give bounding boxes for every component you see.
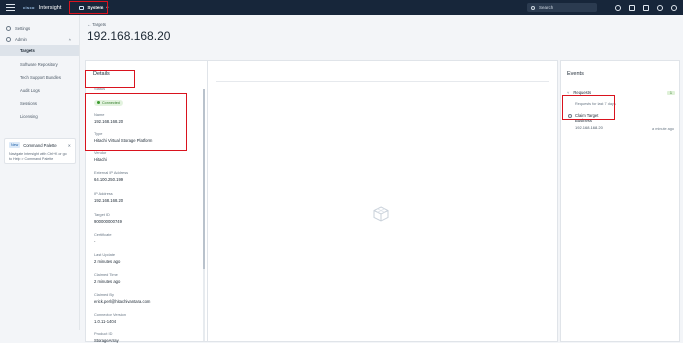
detail-field: Certificate - <box>94 232 204 244</box>
sidebar-item-targets[interactable]: Targets <box>0 45 79 56</box>
status-badge-text: Connected <box>102 100 120 105</box>
sidebar: Settings Admin ˄ Targets Software Reposi… <box>0 15 80 330</box>
events-heading: Events <box>567 71 584 77</box>
field-value: StorageArray <box>94 338 119 343</box>
sidebar-item-admin[interactable]: Admin ˄ <box>0 34 79 45</box>
detail-field: Vendor Hitachi <box>94 150 204 162</box>
field-value: Hitachi <box>94 157 107 162</box>
command-palette-card: New Command Palette ✕ Navigate Intersigh… <box>4 138 76 164</box>
command-palette-title: Command Palette <box>23 142 57 148</box>
field-label: Product ID <box>94 331 113 336</box>
sidebar-item-licensing[interactable]: Licensing <box>0 111 79 122</box>
app-title: Intersight <box>38 4 62 11</box>
divider <box>216 81 549 82</box>
details-heading: Details <box>93 71 110 77</box>
detail-field: External IP Address 64.100.250.199 <box>94 170 204 182</box>
field-value: 2 minutes ago <box>94 259 121 264</box>
detail-field: Claimed By erick.perl@hitachivantara.com <box>94 292 204 304</box>
check-circle-icon <box>97 101 100 104</box>
field-label: Claimed Time <box>94 272 118 277</box>
shield-icon <box>6 37 11 42</box>
hamburger-menu-icon[interactable] <box>6 4 15 11</box>
field-label: External IP Address <box>94 170 129 175</box>
detail-field: Claimed Time 2 minutes ago <box>94 272 204 284</box>
sidebar-item-sessions[interactable]: Sessions <box>0 98 79 109</box>
gear-icon <box>6 26 11 31</box>
field-label: Connector Version <box>94 312 127 317</box>
chevron-up-icon: ˄ <box>68 37 71 42</box>
field-label: Certificate <box>94 232 112 237</box>
sidebar-item-label: Settings <box>15 26 31 31</box>
detail-field: Name 192.168.168.20 <box>94 112 204 124</box>
field-value: Hitachi Virtual Storage Platform <box>94 138 153 143</box>
field-label: Name <box>94 112 105 117</box>
detail-field: Product ID StorageArray <box>94 331 204 343</box>
field-label: Last Update <box>94 252 115 257</box>
bell-icon[interactable] <box>643 4 649 11</box>
event-time: a minute ago <box>652 127 674 131</box>
field-value: 900000000749 <box>94 219 122 224</box>
requests-subtitle: Requests for last 7 days <box>575 102 616 106</box>
status-ring-icon <box>568 114 572 118</box>
close-icon[interactable]: ✕ <box>68 143 71 148</box>
requests-label: Requests <box>573 90 592 95</box>
status-field: Status Connected <box>94 86 204 109</box>
user-icon[interactable] <box>671 4 677 11</box>
system-dropdown-label: System <box>87 5 104 10</box>
field-value: 1.0.11-1404 <box>94 319 117 324</box>
center-panel <box>208 60 558 342</box>
field-label: IP Address <box>94 191 113 196</box>
field-value: 64.100.250.199 <box>94 177 124 182</box>
system-icon <box>79 5 85 10</box>
status-badge: Connected <box>94 99 123 106</box>
sidebar-item-label: Admin <box>15 37 27 42</box>
megaphone-icon[interactable] <box>629 4 635 11</box>
chevron-down-icon: ˅ <box>567 90 570 95</box>
field-label: Status <box>94 86 106 91</box>
events-panel: Events ˅ Requests 1 Requests for last 7 … <box>560 60 680 342</box>
sidebar-item-settings[interactable]: Settings <box>0 23 79 34</box>
event-item[interactable]: Claim Target Business 192.168.168.20 a m… <box>568 113 676 131</box>
detail-field: Last Update 2 minutes ago <box>94 252 204 264</box>
field-value: 2 minutes ago <box>94 279 121 284</box>
sidebar-item-audit-logs[interactable]: Audit Logs <box>0 85 79 96</box>
chevron-down-icon: ▾ <box>106 5 109 10</box>
sidebar-item-software-repository[interactable]: Software Repository <box>0 59 79 70</box>
system-dropdown[interactable]: System ▾ <box>73 3 114 13</box>
details-panel: Details Status Connected Name 192.168.16… <box>85 60 208 343</box>
main-content: ← Targets 192.168.168.20 Details Status … <box>84 15 683 343</box>
requests-count-badge: 1 <box>666 90 675 95</box>
field-value: erick.perl@hitachivantara.com <box>94 299 151 304</box>
command-palette-text: to Help > Command Palette <box>9 156 54 161</box>
field-label: Type <box>94 131 103 136</box>
page-title: 192.168.168.20 <box>87 29 171 43</box>
detail-field: Type Hitachi Virtual Storage Platform <box>94 131 204 143</box>
field-label: Vendor <box>94 150 107 155</box>
sidebar-item-tech-support-bundles[interactable]: Tech Support Bundles <box>0 72 79 83</box>
field-label: Claimed By <box>94 292 114 297</box>
checkmark-icon[interactable] <box>615 4 621 11</box>
command-palette-text: Navigate Intersight with Ctrl+K or go <box>9 152 67 156</box>
detail-field: Target ID 900000000749 <box>94 212 204 224</box>
breadcrumb[interactable]: ← Targets <box>87 22 106 27</box>
detail-field: Connector Version 1.0.11-1404 <box>94 312 204 324</box>
field-value: 192.168.168.20 <box>94 198 124 203</box>
search-input[interactable]: Search <box>527 3 597 12</box>
field-value: - <box>94 239 96 244</box>
detail-field: IP Address 192.168.168.20 <box>94 191 204 203</box>
field-value: 192.168.168.20 <box>94 119 124 124</box>
search-icon <box>531 5 535 10</box>
empty-state-cube-icon <box>373 206 389 222</box>
help-icon[interactable] <box>657 4 663 11</box>
new-badge: New <box>9 142 21 148</box>
cisco-logo: cisco <box>23 5 35 10</box>
top-navigation-bar: cisco Intersight System ▾ Search <box>0 0 683 15</box>
search-placeholder: Search <box>539 5 554 10</box>
field-label: Target ID <box>94 212 110 217</box>
requests-row[interactable]: ˅ Requests 1 <box>567 90 675 95</box>
event-title: Business <box>575 118 592 123</box>
